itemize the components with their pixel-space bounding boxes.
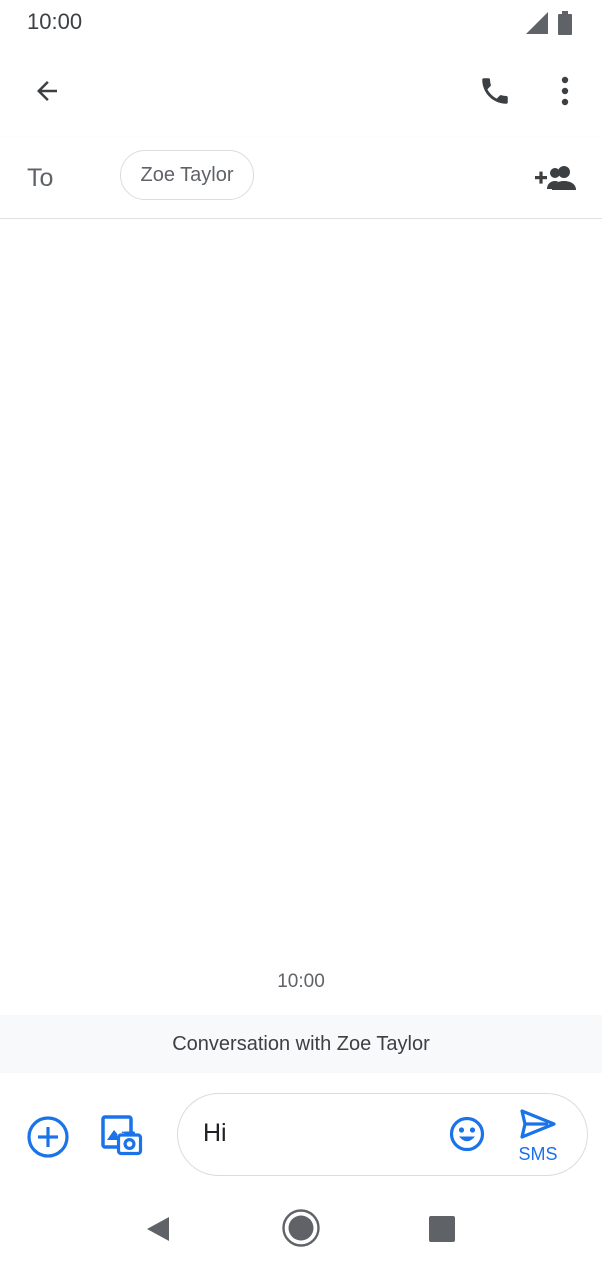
add-people-button[interactable] <box>530 155 580 201</box>
message-input[interactable]: Hi SMS <box>177 1093 588 1176</box>
emoji-icon <box>449 1116 485 1152</box>
back-arrow-icon <box>37 81 57 101</box>
to-label: To <box>27 164 54 192</box>
nav-recents-button[interactable] <box>422 1209 462 1249</box>
send-button-label: SMS <box>518 1144 558 1164</box>
battery-icon <box>558 11 572 35</box>
nav-back-icon <box>147 1217 169 1241</box>
status-time: 10:00 <box>27 9 83 34</box>
nav-home-icon <box>282 1209 320 1247</box>
nav-recents-icon <box>429 1216 455 1242</box>
signal-icon <box>526 12 548 34</box>
conversation-banner: Conversation with Zoe Taylor <box>0 1015 602 1073</box>
message-list[interactable]: 10:00 <box>0 219 602 1015</box>
recipient-row: To Zoe Taylor <box>0 138 602 219</box>
add-people-icon <box>535 166 576 190</box>
more-options-button[interactable] <box>545 66 585 116</box>
add-circle-icon <box>27 1116 69 1158</box>
status-bar: 10:00 <box>0 0 602 46</box>
message-timestamp: 10:00 <box>277 971 325 992</box>
screen: 10:00 To Zoe Taylor 10:00 Conversation w… <box>0 0 602 1270</box>
recipient-chip-label: Zoe Taylor <box>140 163 234 186</box>
emoji-button[interactable] <box>446 1112 488 1156</box>
recipient-chip[interactable]: Zoe Taylor <box>120 150 254 200</box>
system-nav-bar <box>0 1197 602 1270</box>
gallery-camera-icon <box>101 1115 143 1156</box>
nav-home-button[interactable] <box>280 1207 322 1249</box>
call-button[interactable] <box>470 66 520 116</box>
attach-button[interactable] <box>24 1113 72 1161</box>
compose-bar: Hi SMS <box>0 1073 602 1197</box>
more-vert-icon <box>561 76 569 106</box>
send-icon <box>520 1109 556 1139</box>
message-input-text: Hi <box>203 1119 227 1147</box>
back-button[interactable] <box>22 66 72 116</box>
send-button[interactable]: SMS <box>508 1102 568 1168</box>
status-icons <box>526 11 572 35</box>
phone-icon <box>482 78 508 104</box>
app-bar <box>0 46 602 138</box>
gallery-button[interactable] <box>97 1111 147 1161</box>
nav-back-button[interactable] <box>138 1209 178 1249</box>
